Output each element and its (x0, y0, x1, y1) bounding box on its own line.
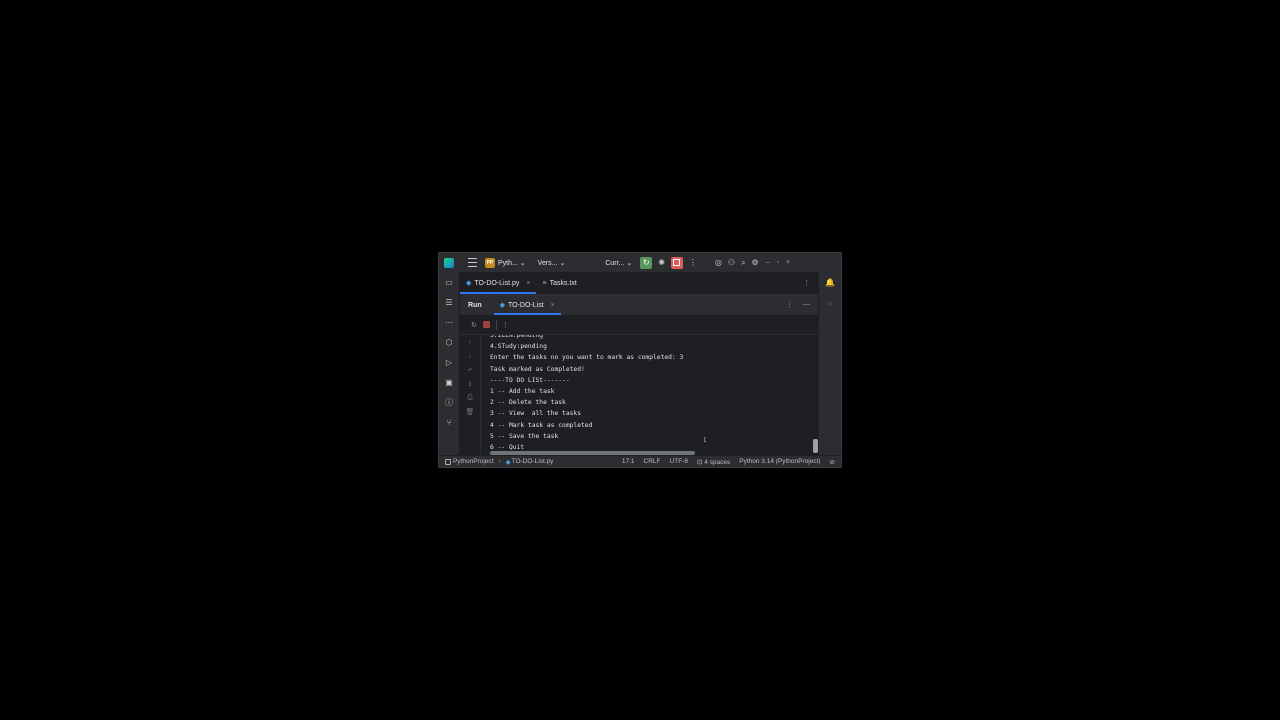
project-selector[interactable]: Pyth... ⌄ (498, 259, 526, 267)
project-badge: PP (485, 257, 495, 268)
close-run-tab-icon[interactable]: × (551, 302, 555, 309)
project-folder-icon[interactable]: ▭ (445, 272, 453, 292)
scroll-down-icon[interactable]: ↓ (468, 349, 472, 363)
run-window-title: Run (468, 301, 482, 309)
title-bar: PP Pyth... ⌄ Vers... ⌄ Curr... ⌄ ↻ ✺ ⋮ ◎… (439, 253, 841, 272)
console-line: 4.STudy:pending (490, 343, 547, 351)
console-line: 6 -- Quit (490, 444, 525, 451)
ai-chat-icon[interactable]: ◌ (828, 293, 833, 314)
add-user-icon[interactable]: ⚇ (728, 258, 735, 267)
run-tool-window-header: Run ◆ TO-DO-List × ⋮ — (460, 295, 818, 315)
pycharm-logo-icon (444, 257, 454, 268)
tab-label: Tasks.txt (549, 279, 577, 287)
run-tab-label: TO-DO-List (508, 301, 544, 309)
tabs-more-icon[interactable]: ⋮ (803, 279, 810, 287)
breadcrumb-chevron-icon: › (498, 458, 501, 465)
vcs-selector[interactable]: Vers... ⌄ (538, 259, 566, 267)
cursor-position[interactable]: 17:1 (622, 458, 635, 466)
text-cursor-icon: I (703, 437, 707, 444)
text-file-icon: ≡ (542, 279, 547, 287)
ide-window-center: PP Pyth... ⌄ Vers... ⌄ Curr... ⌄ ↻ ✺ ⋮ ◎… (438, 252, 842, 468)
status-bar: PythonProject › ◆ TO-DO-List.py 17:1 CRL… (439, 455, 841, 467)
run-tool-icon[interactable]: ▷ (446, 352, 452, 372)
run-options-icon[interactable]: ⋮ (786, 301, 793, 309)
console-line: 4 -- Mark task as completed (490, 421, 593, 429)
ai-assistant-icon[interactable]: ◎ (715, 258, 722, 267)
console-line: Enter the tasks no you want to mark as c… (490, 354, 684, 362)
stop-icon (673, 259, 681, 266)
soft-wrap-icon[interactable]: ⤶ (468, 363, 472, 377)
indent-setting[interactable]: ⊡ 4 spaces (697, 458, 730, 466)
close-window-icon[interactable]: × (786, 259, 790, 266)
indent-icon: ⊡ (696, 458, 703, 466)
line-separator[interactable]: CRLF (644, 458, 661, 466)
run-config-selector[interactable]: Curr... ⌄ (605, 259, 632, 267)
clear-all-icon[interactable]: 🗑 (466, 405, 475, 419)
run-tab-to-do-list[interactable]: ◆ TO-DO-List × (493, 295, 561, 315)
close-tab-icon[interactable]: × (526, 280, 530, 287)
project-name: Pyth... (498, 259, 518, 267)
scroll-up-icon[interactable]: ↑ (468, 335, 472, 349)
stop-run-icon[interactable] (482, 321, 490, 328)
search-icon[interactable]: ⌕ (741, 258, 745, 268)
python-file-icon: ◆ (505, 458, 511, 466)
terminal-icon[interactable]: ▣ (445, 372, 453, 392)
vertical-scrollbar[interactable] (813, 439, 818, 453)
console-line: 2 -- Delete the task (490, 399, 566, 407)
structure-icon[interactable]: ☰ (445, 292, 452, 312)
problems-icon[interactable]: ⓘ (445, 392, 453, 412)
more-actions-icon[interactable]: ⋮ (689, 258, 697, 267)
tab-label: TO-DO-List.py (474, 279, 520, 287)
file-encoding[interactable]: UTF-8 (670, 458, 688, 466)
right-tool-strip: 🔔 ◌ (818, 272, 841, 456)
stop-button[interactable] (670, 256, 683, 269)
read-only-lock-icon[interactable]: ⊘ (830, 458, 835, 466)
run-config-name: Curr... (605, 259, 625, 267)
rerun-button[interactable]: ↻ (640, 256, 653, 269)
run-toolbar: ↻ ⋮ (460, 315, 818, 335)
console-line: 1 -- Add the task (490, 388, 555, 395)
ide-window: PP Pyth... ⌄ Vers... ⌄ Curr... ⌄ ↻ ✺ ⋮ ◎… (438, 252, 842, 468)
debug-icon[interactable]: ✺ (658, 258, 665, 267)
tab-tasks-txt[interactable]: ≡ Tasks.txt (536, 272, 582, 294)
print-icon[interactable]: ⎙ (467, 391, 473, 405)
editor-tabs: ◆ TO-DO-List.py × ≡ Tasks.txt ⋮ (460, 272, 818, 295)
console-line: 5 -- Save the task (490, 432, 559, 440)
hide-window-icon[interactable]: — (803, 301, 810, 309)
console-line: ----TO DO LISt------- (490, 376, 570, 384)
minimize-icon[interactable]: – (766, 259, 770, 266)
maximize-icon[interactable]: ▫ (777, 259, 779, 266)
console-output[interactable]: I 3.ILLN:pending 4.STudy:pending Enter the… (490, 335, 818, 456)
settings-gear-icon[interactable]: ⚙ (752, 258, 759, 267)
console-line: Task marked as Completed! (490, 365, 585, 373)
project-icon (445, 458, 451, 465)
git-icon[interactable]: ⑂ (447, 412, 452, 432)
breadcrumb-project[interactable]: PythonProject (453, 458, 493, 465)
vcs-name: Vers... (537, 259, 558, 267)
tab-to-do-list-py[interactable]: ◆ TO-DO-List.py × (460, 272, 537, 294)
toolbar-separator (495, 319, 497, 330)
python-packages-icon[interactable]: ⬡ (446, 332, 453, 352)
breadcrumb-file[interactable]: TO-DO-List.py (512, 458, 554, 465)
main-menu-icon[interactable] (468, 258, 477, 267)
console-side-tools: ↑ ↓ ⤶ ⤓ ⎙ 🗑 (460, 335, 481, 456)
indent-label: 4 spaces (704, 458, 731, 466)
python-interpreter[interactable]: Python 3.14 (PythonProject) (739, 458, 820, 466)
rerun-icon: ↻ (642, 258, 650, 267)
left-tool-strip: ▭ ☰ ⋯ ⬡ ▷ ▣ ⓘ ⑂ (439, 272, 460, 456)
console-line: 3 -- View all the tasks (490, 410, 581, 418)
python-file-icon: ◆ (466, 280, 472, 287)
scroll-to-end-icon[interactable]: ⤓ (468, 377, 471, 391)
notifications-bell-icon[interactable]: 🔔 (825, 272, 835, 293)
python-file-icon: ◆ (499, 302, 505, 309)
run-more-icon[interactable]: ⋮ (502, 321, 509, 329)
more-tools-icon[interactable]: ⋯ (445, 312, 453, 332)
rerun-icon[interactable]: ↻ (471, 321, 477, 329)
